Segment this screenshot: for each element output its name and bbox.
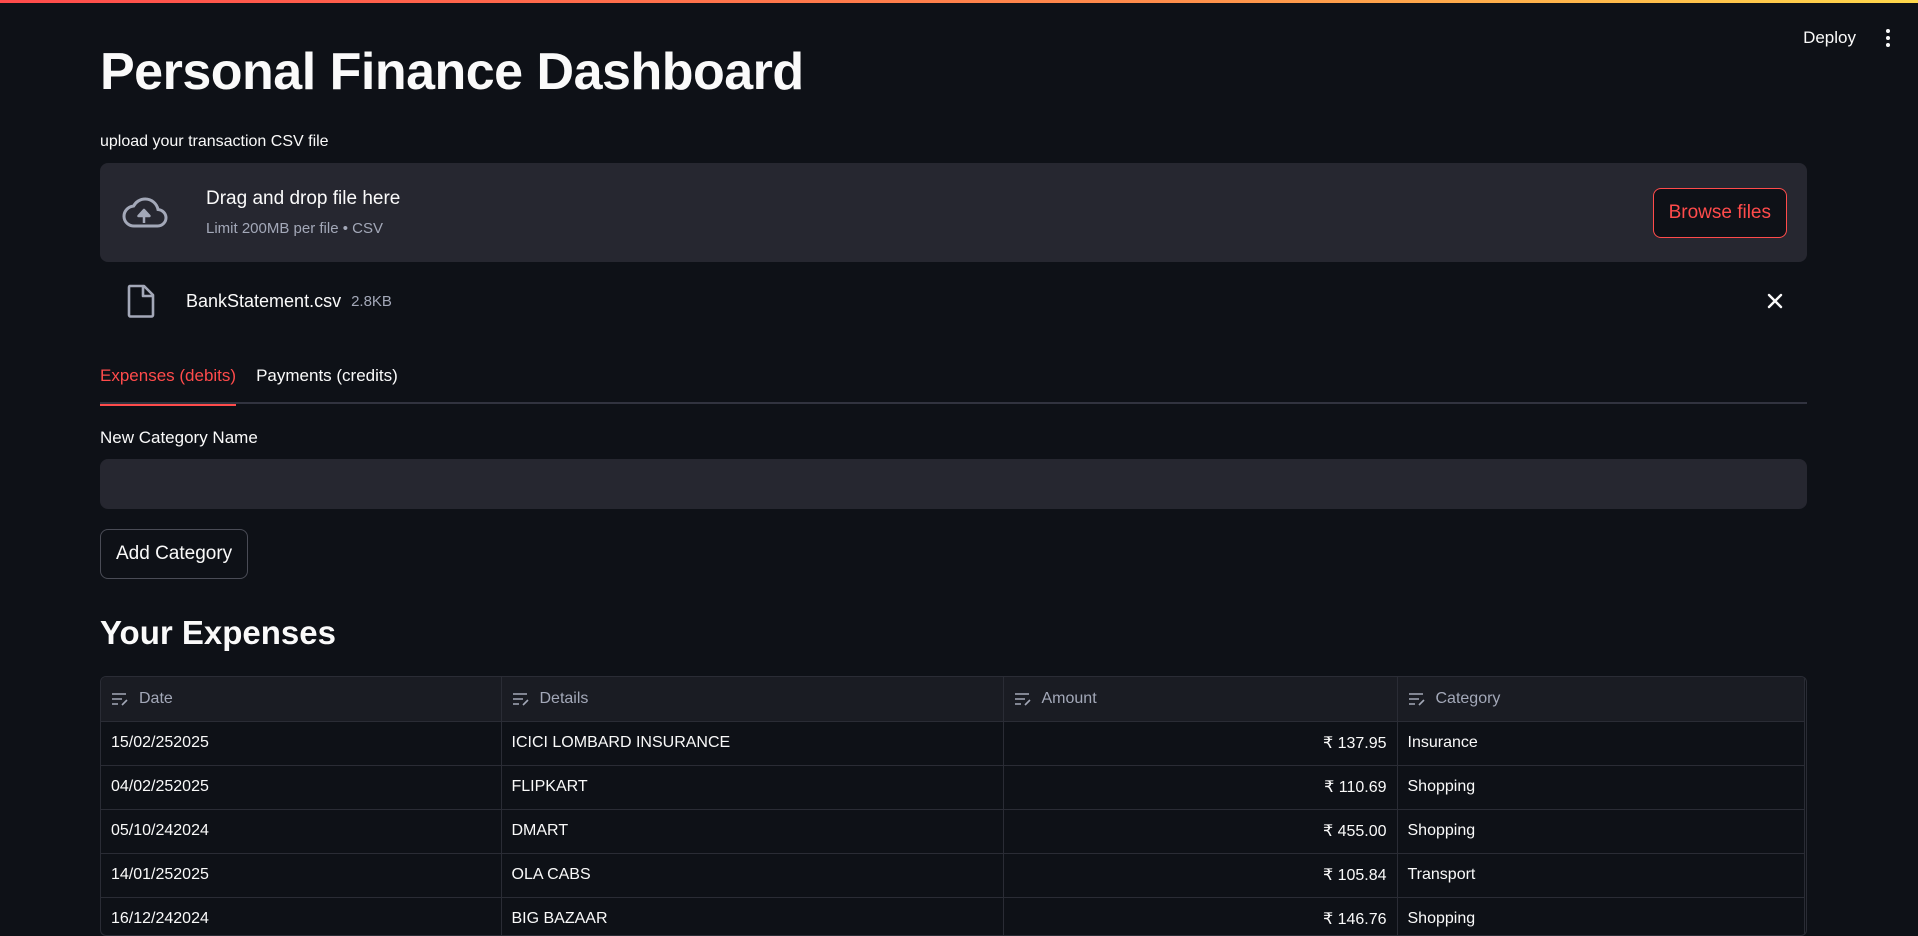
dropzone-subtitle: Limit 200MB per file • CSV [206, 220, 383, 237]
column-header-label: Date [139, 689, 173, 707]
cell-details[interactable]: ICICI LOMBARD INSURANCE [501, 721, 1004, 766]
cell-amount[interactable]: ₹ 137.95 [1003, 721, 1398, 766]
cell-details[interactable]: FLIPKART [501, 765, 1004, 810]
cell-date[interactable]: 05/10/242024 [101, 809, 502, 854]
cell-category[interactable]: Shopping [1397, 809, 1805, 854]
browse-files-button[interactable]: Browse files [1652, 187, 1787, 238]
tab-payments[interactable]: Payments (credits) [256, 358, 398, 404]
cell-category[interactable]: Shopping [1397, 765, 1805, 810]
cell-details[interactable]: OLA CABS [501, 853, 1004, 898]
table-header-row: Date Details Amount Category [101, 677, 1805, 722]
column-header-label: Category [1435, 689, 1501, 707]
table-row: 14/01/252025 OLA CABS ₹ 105.84 Transport [101, 853, 1805, 898]
cell-date[interactable]: 14/01/252025 [101, 853, 502, 898]
tab-expenses[interactable]: Expenses (debits) [100, 358, 237, 406]
main-menu-icon[interactable] [1878, 23, 1898, 53]
cell-category[interactable]: Transport [1397, 853, 1805, 898]
cell-amount[interactable]: ₹ 455.00 [1003, 809, 1398, 854]
dropzone-text: Drag and drop file here Limit 200MB per … [206, 188, 1653, 237]
expenses-heading: Your Expenses [100, 614, 336, 651]
cell-date[interactable]: 15/02/252025 [101, 721, 502, 766]
cell-category[interactable]: Shopping [1397, 897, 1805, 935]
cell-amount[interactable]: ₹ 105.84 [1003, 853, 1398, 898]
cell-amount[interactable]: ₹ 110.69 [1003, 765, 1398, 810]
column-header-label: Amount [1041, 689, 1097, 707]
cloud-upload-icon [122, 196, 168, 227]
category-name-label: New Category Name [100, 428, 258, 447]
text-column-icon [1408, 692, 1425, 706]
cell-details[interactable]: DMART [501, 809, 1004, 854]
column-header-date[interactable]: Date [101, 677, 502, 722]
dropzone-title: Drag and drop file here [206, 188, 401, 209]
cell-category[interactable]: Insurance [1397, 721, 1805, 766]
table-row: 05/10/242024 DMART ₹ 455.00 Shopping [101, 809, 1805, 854]
file-name: BankStatement.csv [186, 290, 342, 311]
tab-bar: Expenses (debits) Payments (credits) [100, 358, 1807, 406]
category-name-input[interactable] [100, 459, 1807, 509]
deploy-button[interactable]: Deploy [1803, 24, 1856, 52]
column-header-details[interactable]: Details [501, 677, 1004, 722]
remove-file-icon[interactable] [1763, 289, 1787, 313]
file-icon [127, 284, 155, 318]
table-row: 16/12/242024 BIG BAZAAR ₹ 146.76 Shoppin… [101, 897, 1805, 935]
cell-date[interactable]: 16/12/242024 [101, 897, 502, 935]
uploader-label: upload your transaction CSV file [100, 133, 329, 150]
table-row: 15/02/252025 ICICI LOMBARD INSURANCE ₹ 1… [101, 721, 1805, 766]
page-title: Personal Finance Dashboard [100, 43, 804, 101]
add-category-button[interactable]: Add Category [100, 529, 249, 579]
cell-details[interactable]: BIG BAZAAR [501, 897, 1004, 935]
column-header-label: Details [539, 689, 589, 707]
cell-date[interactable]: 04/02/252025 [101, 765, 502, 810]
column-header-category[interactable]: Category [1397, 677, 1805, 722]
file-size: 2.8KB [351, 292, 392, 310]
file-dropzone[interactable]: Drag and drop file here Limit 200MB per … [100, 163, 1807, 262]
text-column-icon [1014, 692, 1031, 706]
column-header-amount[interactable]: Amount [1003, 677, 1398, 722]
cell-amount[interactable]: ₹ 146.76 [1003, 897, 1398, 935]
expenses-table[interactable]: Date Details Amount Category 15/02/25202… [100, 676, 1807, 936]
text-column-icon [512, 692, 529, 706]
text-column-icon [112, 692, 128, 706]
table-row: 04/02/252025 FLIPKART ₹ 110.69 Shopping [101, 765, 1805, 810]
app-header: Deploy [1618, 0, 1918, 76]
uploaded-file: BankStatement.csv 2.8KB [100, 278, 1807, 324]
